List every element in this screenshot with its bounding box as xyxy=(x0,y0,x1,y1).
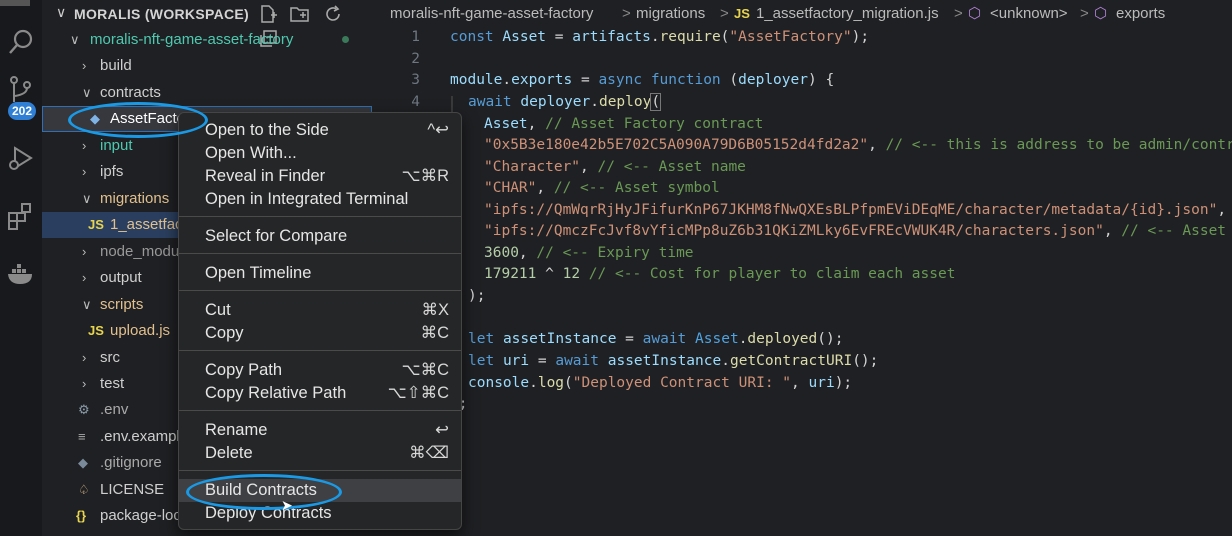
breadcrumb-sep: > xyxy=(720,5,729,22)
code-line: 6"0x5B3e180e42b5E702C5A090A79D6B05152d4f… xyxy=(372,134,1232,156)
code-line: 3 module.exports = async function (deploy… xyxy=(372,69,1232,91)
menu-separator xyxy=(179,470,461,471)
line-number: 4 xyxy=(411,94,420,110)
menu-separator xyxy=(179,410,461,411)
extensions-icon[interactable] xyxy=(5,200,37,232)
git-icon: ◆ xyxy=(78,455,88,470)
code-line: 18}; xyxy=(372,393,1232,415)
scm-badge: 202 xyxy=(8,102,36,120)
menu-open-timeline[interactable]: Open Timeline xyxy=(179,262,461,285)
code-line: 113600, // <-- Expiry time xyxy=(372,242,1232,264)
breadcrumb-sep: > xyxy=(1080,5,1089,22)
menu-copy[interactable]: Copy ⌘C xyxy=(179,322,461,345)
breadcrumb: moralis-nft-game-asset-factory > migrati… xyxy=(372,0,1232,28)
code-line: 8"CHAR", // <-- Asset symbol xyxy=(372,177,1232,199)
breadcrumb-item[interactable]: moralis-nft-game-asset-factory xyxy=(390,0,593,28)
explorer-header: ∨ MORALIS (WORKSPACE) xyxy=(42,0,372,47)
search-icon[interactable] xyxy=(5,26,37,58)
line-number: 3 xyxy=(411,72,420,88)
tree-folder-root[interactable]: ∨ moralis-nft-game-asset-factory xyxy=(42,27,372,53)
menu-delete[interactable]: Delete ⌘⌫ xyxy=(179,442,461,465)
code-line: 5Asset, // Asset Factory contract xyxy=(372,113,1232,135)
menu-reveal-in-finder[interactable]: Reveal in Finder ⌥⌘R xyxy=(179,165,461,188)
breadcrumb-sep: > xyxy=(622,5,631,22)
chevron-right-icon: › xyxy=(82,138,87,153)
cube-icon: ⬡ xyxy=(968,5,982,22)
run-debug-icon[interactable] xyxy=(5,142,37,174)
js-icon: JS xyxy=(88,217,104,232)
js-icon: JS xyxy=(88,323,104,338)
code-line: 1 const Asset = artifacts.require("AssetF… xyxy=(372,26,1232,48)
menu-copy-path[interactable]: Copy Path ⌥⌘C xyxy=(179,359,461,382)
chevron-right-icon: › xyxy=(82,58,87,73)
gear-icon: ⚙ xyxy=(78,402,90,417)
line-number: 2 xyxy=(411,51,420,67)
code-line: 17console.log("Deployed Contract URI: ",… xyxy=(372,372,1232,394)
menu-open-terminal[interactable]: Open in Integrated Terminal xyxy=(179,188,461,211)
code-line: 2 xyxy=(372,48,1232,70)
breadcrumb-item[interactable]: <unknown> xyxy=(990,0,1068,28)
menu-separator xyxy=(179,350,461,351)
tree-folder-build[interactable]: › build xyxy=(42,53,372,79)
chevron-down-icon: ∨ xyxy=(70,32,80,47)
highlight-ring xyxy=(68,102,208,138)
js-icon: JS xyxy=(734,6,750,21)
code-line: 15let assetInstance = await Asset.deploy… xyxy=(372,328,1232,350)
chevron-right-icon: › xyxy=(82,244,87,259)
breadcrumb-item[interactable]: 1_assetfactory_migration.js xyxy=(756,0,939,28)
mouse-cursor-icon: ➤ xyxy=(281,497,293,513)
code-line: 4 await deployer.deploy( xyxy=(372,91,1232,113)
breadcrumb-item[interactable]: migrations xyxy=(636,0,705,28)
chevron-down-icon: ∨ xyxy=(82,85,92,100)
chevron-right-icon: › xyxy=(82,350,87,365)
chevron-down-icon: ∨ xyxy=(82,297,92,312)
chevron-down-icon: ∨ xyxy=(82,191,92,206)
highlight-ring xyxy=(186,474,342,510)
menu-cut[interactable]: Cut ⌘X xyxy=(179,299,461,322)
menu-rename[interactable]: Rename ↩ xyxy=(179,419,461,442)
menu-separator xyxy=(179,290,461,291)
chevron-right-icon: › xyxy=(82,164,87,179)
code-line: 14 xyxy=(372,307,1232,329)
explorer-indicator xyxy=(0,0,30,6)
menu-separator xyxy=(179,216,461,217)
license-icon: ♤ xyxy=(78,482,90,497)
code-line: 13); xyxy=(372,285,1232,307)
json-icon: {} xyxy=(76,508,87,523)
menu-separator xyxy=(179,253,461,254)
refresh-icon[interactable] xyxy=(323,4,343,24)
chevron-right-icon: › xyxy=(82,270,87,285)
menu-copy-relative-path[interactable]: Copy Relative Path ⌥⇧⌘C xyxy=(179,382,461,405)
new-file-icon[interactable] xyxy=(258,4,278,24)
breadcrumb-item[interactable]: exports xyxy=(1116,0,1165,28)
new-folder-icon[interactable] xyxy=(290,4,310,24)
activity-bar: 202 xyxy=(0,0,42,536)
breadcrumb-sep: > xyxy=(954,5,963,22)
code-line: 10"ipfs://QmczFcJvf8vYficMPp8uZ6b31QKiZM… xyxy=(372,220,1232,242)
status-dot xyxy=(342,36,349,43)
cube-icon: ⬡ xyxy=(1094,5,1108,22)
chevron-down-icon[interactable]: ∨ xyxy=(56,4,66,21)
context-menu: Open to the Side ^↩ Open With... Reveal i… xyxy=(178,112,462,530)
docker-icon[interactable] xyxy=(5,258,37,290)
lines-icon: ≡ xyxy=(78,429,86,444)
chevron-right-icon: › xyxy=(82,376,87,391)
code-line: 19 xyxy=(372,415,1232,437)
menu-open-with[interactable]: Open With... xyxy=(179,142,461,165)
code-editor[interactable]: moralis-nft-game-asset-factory > migrati… xyxy=(372,0,1232,536)
menu-select-compare[interactable]: Select for Compare xyxy=(179,225,461,248)
line-number: 1 xyxy=(411,29,420,45)
code-line: 7"Character", // <-- Asset name xyxy=(372,156,1232,178)
workspace-title[interactable]: MORALIS (WORKSPACE) xyxy=(74,6,249,22)
menu-open-to-side[interactable]: Open to the Side ^↩ xyxy=(179,119,461,142)
code-line: 16let uri = await assetInstance.getContr… xyxy=(372,350,1232,372)
code-line: 9"ipfs://QmWqrRjHyJFifurKnP67JKHM8fNwQXE… xyxy=(372,199,1232,221)
tree-folder-contracts[interactable]: ∨ contracts xyxy=(42,80,372,106)
code-line: 12179211 ^ 12 // <-- Cost for player to … xyxy=(372,263,1232,285)
